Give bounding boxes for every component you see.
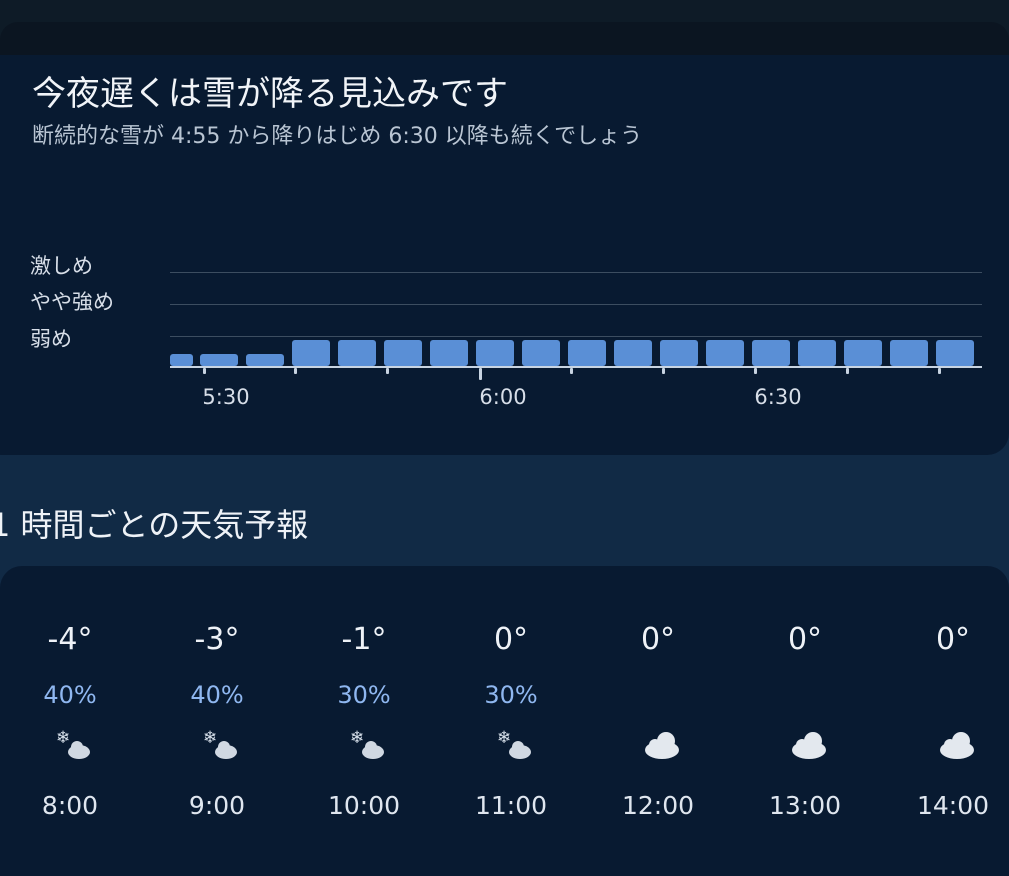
cloud-icon [792,732,826,759]
time-label-0530: 5:30 [202,385,250,409]
grid-line-light [170,336,982,337]
svg-text:❄: ❄ [203,728,217,748]
svg-text:❄: ❄ [497,728,511,748]
snow-cloud-icon: ❄ [497,728,531,759]
hour-temp: 0° [640,622,676,657]
hour-time: 14:00 [916,791,990,820]
time-axis [170,366,982,368]
precip-bar [200,354,238,366]
hourly-forecast-title: 1 時間ごとの天気予報 [0,506,309,544]
intensity-label-heavy: 激しめ [30,254,93,278]
hour-item-0900[interactable]: -3° 40% ❄ 9:00 [157,566,277,846]
precipitation-headline: 今夜遅くは雪が降る見込みです [32,74,508,114]
hour-item-0800[interactable]: -4° 40% ❄ 8:00 [10,566,130,846]
hour-item-1400[interactable]: 0° 14:00 [893,566,1009,846]
axis-tick [938,368,941,374]
grid-line-heavy [170,272,982,273]
intensity-label-light: 弱め [30,327,72,351]
previous-card-edge [0,22,1009,56]
precip-bar [844,340,882,366]
hour-item-1100[interactable]: 0° 30% ❄ 11:00 [451,566,571,846]
hour-time: 9:00 [188,791,246,820]
axis-tick [754,368,757,374]
precip-bar [614,340,652,366]
precip-bar [170,354,193,366]
axis-tick [479,368,482,380]
precip-bar [384,340,422,366]
hour-item-1300[interactable]: 0° 13:00 [745,566,865,846]
hour-temp: 0° [493,622,529,657]
precip-bar [706,340,744,366]
time-label-0630: 6:30 [754,385,802,409]
precip-bar [568,340,606,366]
hour-time: 8:00 [41,791,99,820]
hour-temp: 0° [935,622,971,657]
axis-tick [294,368,297,374]
axis-tick [662,368,665,374]
precipitation-subline: 断続的な雪が 4:55 から降りはじめ 6:30 以降も続くでしょう [32,124,643,149]
snow-cloud-icon: ❄ [203,728,237,759]
grid-line-moderate [170,304,982,305]
axis-tick [386,368,389,374]
intensity-label-moderate: やや強め [30,290,114,314]
time-label-0600: 6:00 [479,385,527,409]
precip-bar [522,340,560,366]
hour-time: 10:00 [327,791,401,820]
svg-text:❄: ❄ [350,728,364,748]
hour-precip-chance: 40% [43,681,97,709]
cloud-icon [645,732,679,759]
precip-bar [476,340,514,366]
hour-temp: -1° [341,622,387,657]
hour-precip-chance: 30% [337,681,391,709]
precip-bar [752,340,790,366]
precip-bar [890,340,928,366]
precip-bar [936,340,974,366]
svg-text:❄: ❄ [56,728,70,748]
hour-time: 12:00 [621,791,695,820]
axis-tick [846,368,849,374]
cloud-icon [940,732,974,759]
hour-temp: -4° [47,622,93,657]
precip-bar [430,340,468,366]
axis-tick [203,368,206,374]
snow-cloud-icon: ❄ [56,728,90,759]
hour-precip-chance: 30% [484,681,538,709]
hour-temp: -3° [194,622,240,657]
hour-item-1200[interactable]: 0° 12:00 [598,566,718,846]
precip-bar [292,340,330,366]
precip-bar [798,340,836,366]
hour-time: 11:00 [474,791,548,820]
precip-bar [246,354,284,366]
hour-temp: 0° [787,622,823,657]
precip-bar [660,340,698,366]
hour-time: 13:00 [768,791,842,820]
snow-cloud-icon: ❄ [350,728,384,759]
hour-precip-chance: 40% [190,681,244,709]
precip-bar [338,340,376,366]
hour-item-1000[interactable]: -1° 30% ❄ 10:00 [304,566,424,846]
axis-tick [570,368,573,374]
